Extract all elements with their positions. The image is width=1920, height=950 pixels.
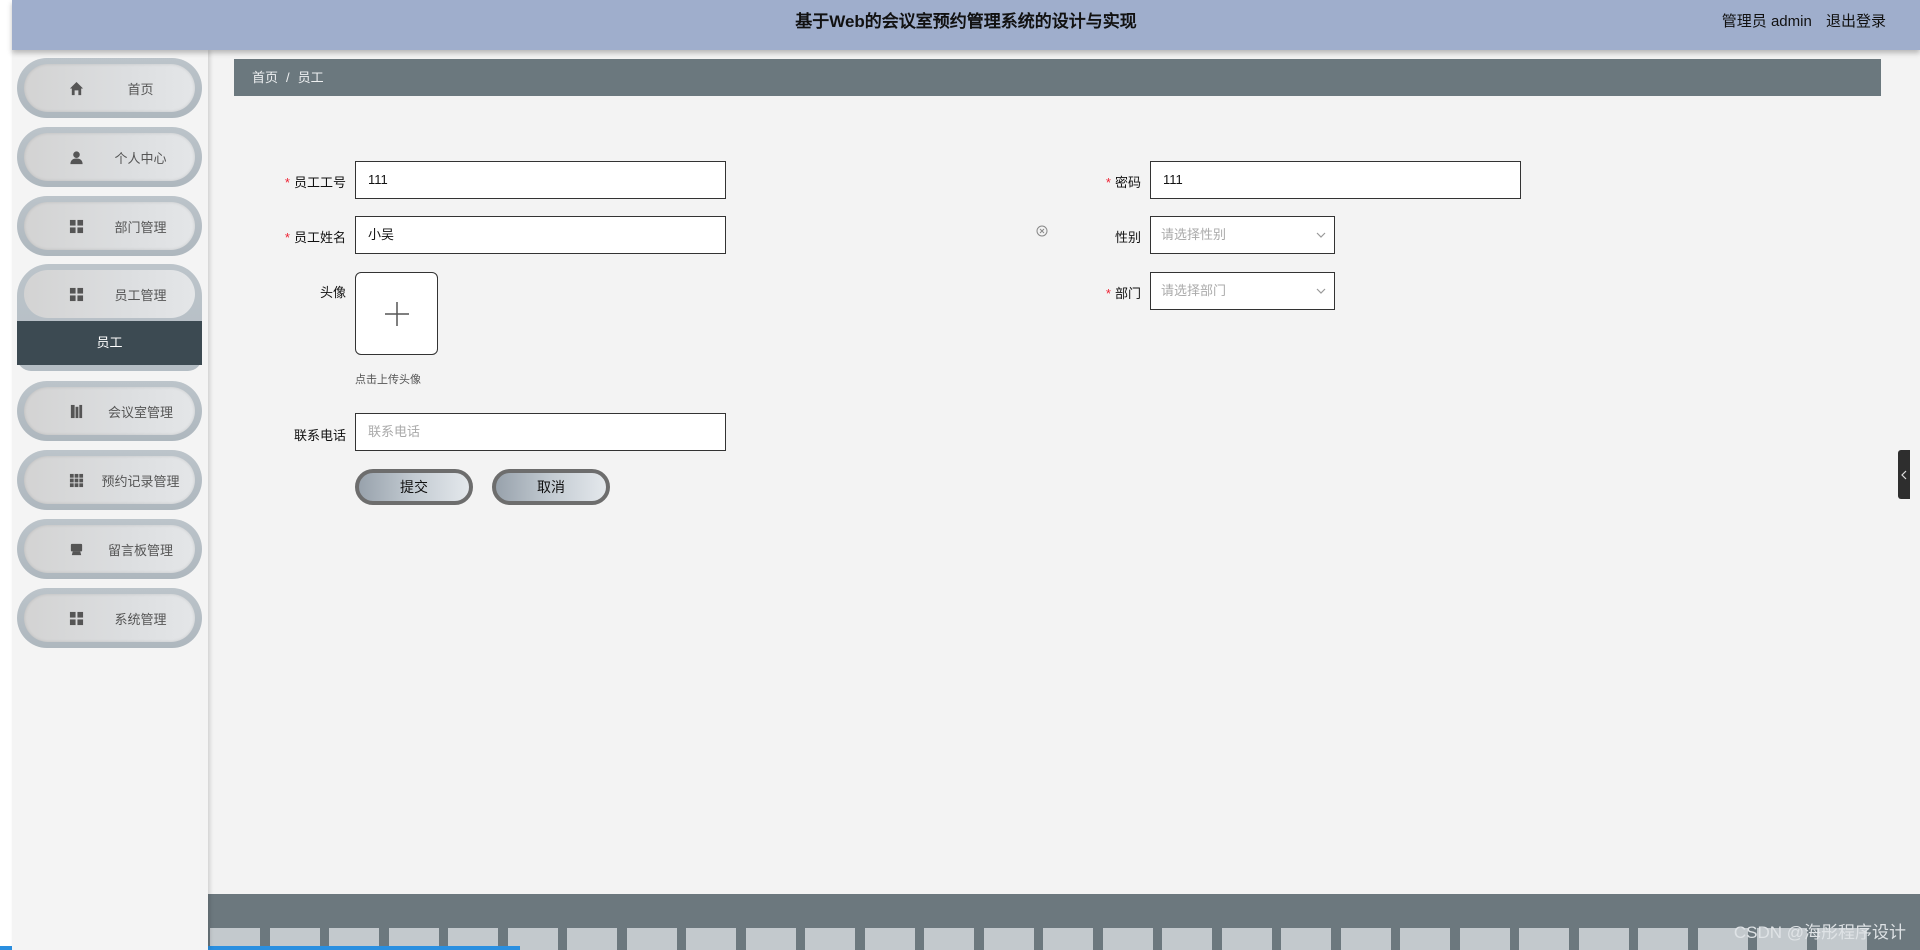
- admin-user-label: 管理员 admin: [1721, 13, 1812, 30]
- drawer-toggle[interactable]: [1898, 450, 1910, 499]
- home-icon: [24, 81, 94, 96]
- sidebar-item-label: 个人中心: [114, 150, 167, 166]
- sidebar-group-employee: 员工管理 员工: [17, 264, 202, 371]
- sidebar-item-label: 部门管理: [114, 219, 167, 235]
- footer-tile: [1519, 928, 1569, 950]
- sidebar-item-system[interactable]: 系统管理: [17, 588, 202, 648]
- employee-name-label: * 员工姓名: [284, 230, 346, 245]
- footer-tile: [567, 928, 617, 950]
- footer-tile: [1043, 928, 1093, 950]
- footer-tile: [1459, 928, 1510, 950]
- footer-tile: [864, 928, 915, 950]
- watermark: CSDN @海彤程序设计: [1733, 923, 1906, 942]
- book-icon: [24, 404, 94, 419]
- grid-icon: [24, 219, 94, 234]
- footer-tile: [1162, 928, 1212, 950]
- department-select[interactable]: 请选择部门: [1150, 272, 1335, 310]
- breadcrumb-separator: /: [286, 70, 290, 85]
- footer: [208, 894, 1920, 950]
- avatar-upload-button[interactable]: [355, 272, 438, 355]
- chevron-down-icon: [1316, 288, 1326, 294]
- password-label: * 密码: [1105, 175, 1141, 190]
- app-title: 基于Web的会议室预约管理系统的设计与实现: [795, 12, 1137, 31]
- employee-name-input[interactable]: 小吴: [355, 216, 726, 254]
- sidebar-item-label: 留言板管理: [107, 542, 173, 558]
- grid-icon: [24, 611, 94, 626]
- gender-placeholder: 请选择性别: [1161, 227, 1227, 242]
- gender-select[interactable]: 请选择性别: [1150, 216, 1335, 254]
- user-area: 管理员 admin 退出登录: [1712, 0, 1886, 44]
- submit-button[interactable]: 提交: [355, 469, 473, 505]
- chevron-left-icon: [1901, 470, 1907, 479]
- footer-tile: [1400, 928, 1450, 950]
- footer-tile: [924, 928, 974, 950]
- department-label: * 部门: [1105, 286, 1141, 301]
- sidebar-item-department[interactable]: 部门管理: [17, 196, 202, 256]
- sidebar-item-label: 员工管理: [114, 287, 167, 303]
- sidebar-item-home[interactable]: 首页: [17, 58, 202, 118]
- footer-tile: [626, 928, 677, 950]
- footer-tile: [1578, 928, 1629, 950]
- footer-tile: [805, 928, 855, 950]
- sidebar-item-reservation[interactable]: 预约记录管理: [17, 450, 202, 510]
- footer-tile: [1221, 928, 1272, 950]
- sidebar-subitem-employee[interactable]: 员工: [17, 321, 202, 365]
- logout-link[interactable]: 退出登录: [1826, 13, 1886, 30]
- footer-tile: [1281, 928, 1331, 950]
- sidebar-item-label: 首页: [127, 81, 154, 97]
- user-icon: [24, 150, 94, 165]
- sidebar: 首页 个人中心 部门管理 员工管理 员工 会议室管理 预约记录管理 留言板管理 …: [12, 50, 208, 950]
- sidebar-item-message-board[interactable]: 留言板管理: [17, 519, 202, 579]
- chat-icon: [24, 542, 94, 557]
- password-input[interactable]: 111: [1150, 161, 1521, 199]
- chevron-down-icon: [1316, 232, 1326, 238]
- sidebar-item-label: 系统管理: [114, 611, 167, 627]
- plus-icon: [384, 301, 409, 326]
- avatar-label: 头像: [319, 285, 346, 300]
- phone-input[interactable]: 联系电话: [355, 413, 726, 451]
- employee-no-label: * 员工工号: [284, 175, 346, 190]
- grid-icon: [24, 287, 94, 302]
- footer-tile: [745, 928, 796, 950]
- sidebar-item-employee[interactable]: 员工管理: [24, 270, 195, 318]
- phone-label: 联系电话: [293, 428, 346, 443]
- gender-label: 性别: [1114, 230, 1141, 245]
- footer-tile: [983, 928, 1034, 950]
- sidebar-item-personal-center[interactable]: 个人中心: [17, 127, 202, 187]
- breadcrumb-home[interactable]: 首页: [252, 70, 278, 85]
- cancel-button[interactable]: 取消: [492, 469, 610, 505]
- footer-tile: [1638, 928, 1688, 950]
- sidebar-item-label: 会议室管理: [107, 404, 173, 420]
- footer-tile: [686, 928, 736, 950]
- footer-tile: [1102, 928, 1153, 950]
- main-content: 首页 / 员工 * 员工工号 111 * 密码 111 * 员工姓名 小吴 性别 请选择性…: [208, 50, 1920, 950]
- footer-tile: [1340, 928, 1391, 950]
- sidebar-item-label: 预约记录管理: [101, 473, 180, 489]
- sidebar-item-meeting-room[interactable]: 会议室管理: [17, 381, 202, 441]
- breadcrumb: 首页 / 员工: [234, 59, 1881, 96]
- top-header: 基于Web的会议室预约管理系统的设计与实现 管理员 admin 退出登录: [12, 0, 1920, 50]
- department-placeholder: 请选择部门: [1161, 283, 1227, 298]
- apps-icon: [24, 473, 94, 488]
- employee-no-input[interactable]: 111: [355, 161, 726, 199]
- breadcrumb-current: 员工: [297, 70, 324, 85]
- avatar-upload-hint: 点击上传头像: [355, 374, 421, 386]
